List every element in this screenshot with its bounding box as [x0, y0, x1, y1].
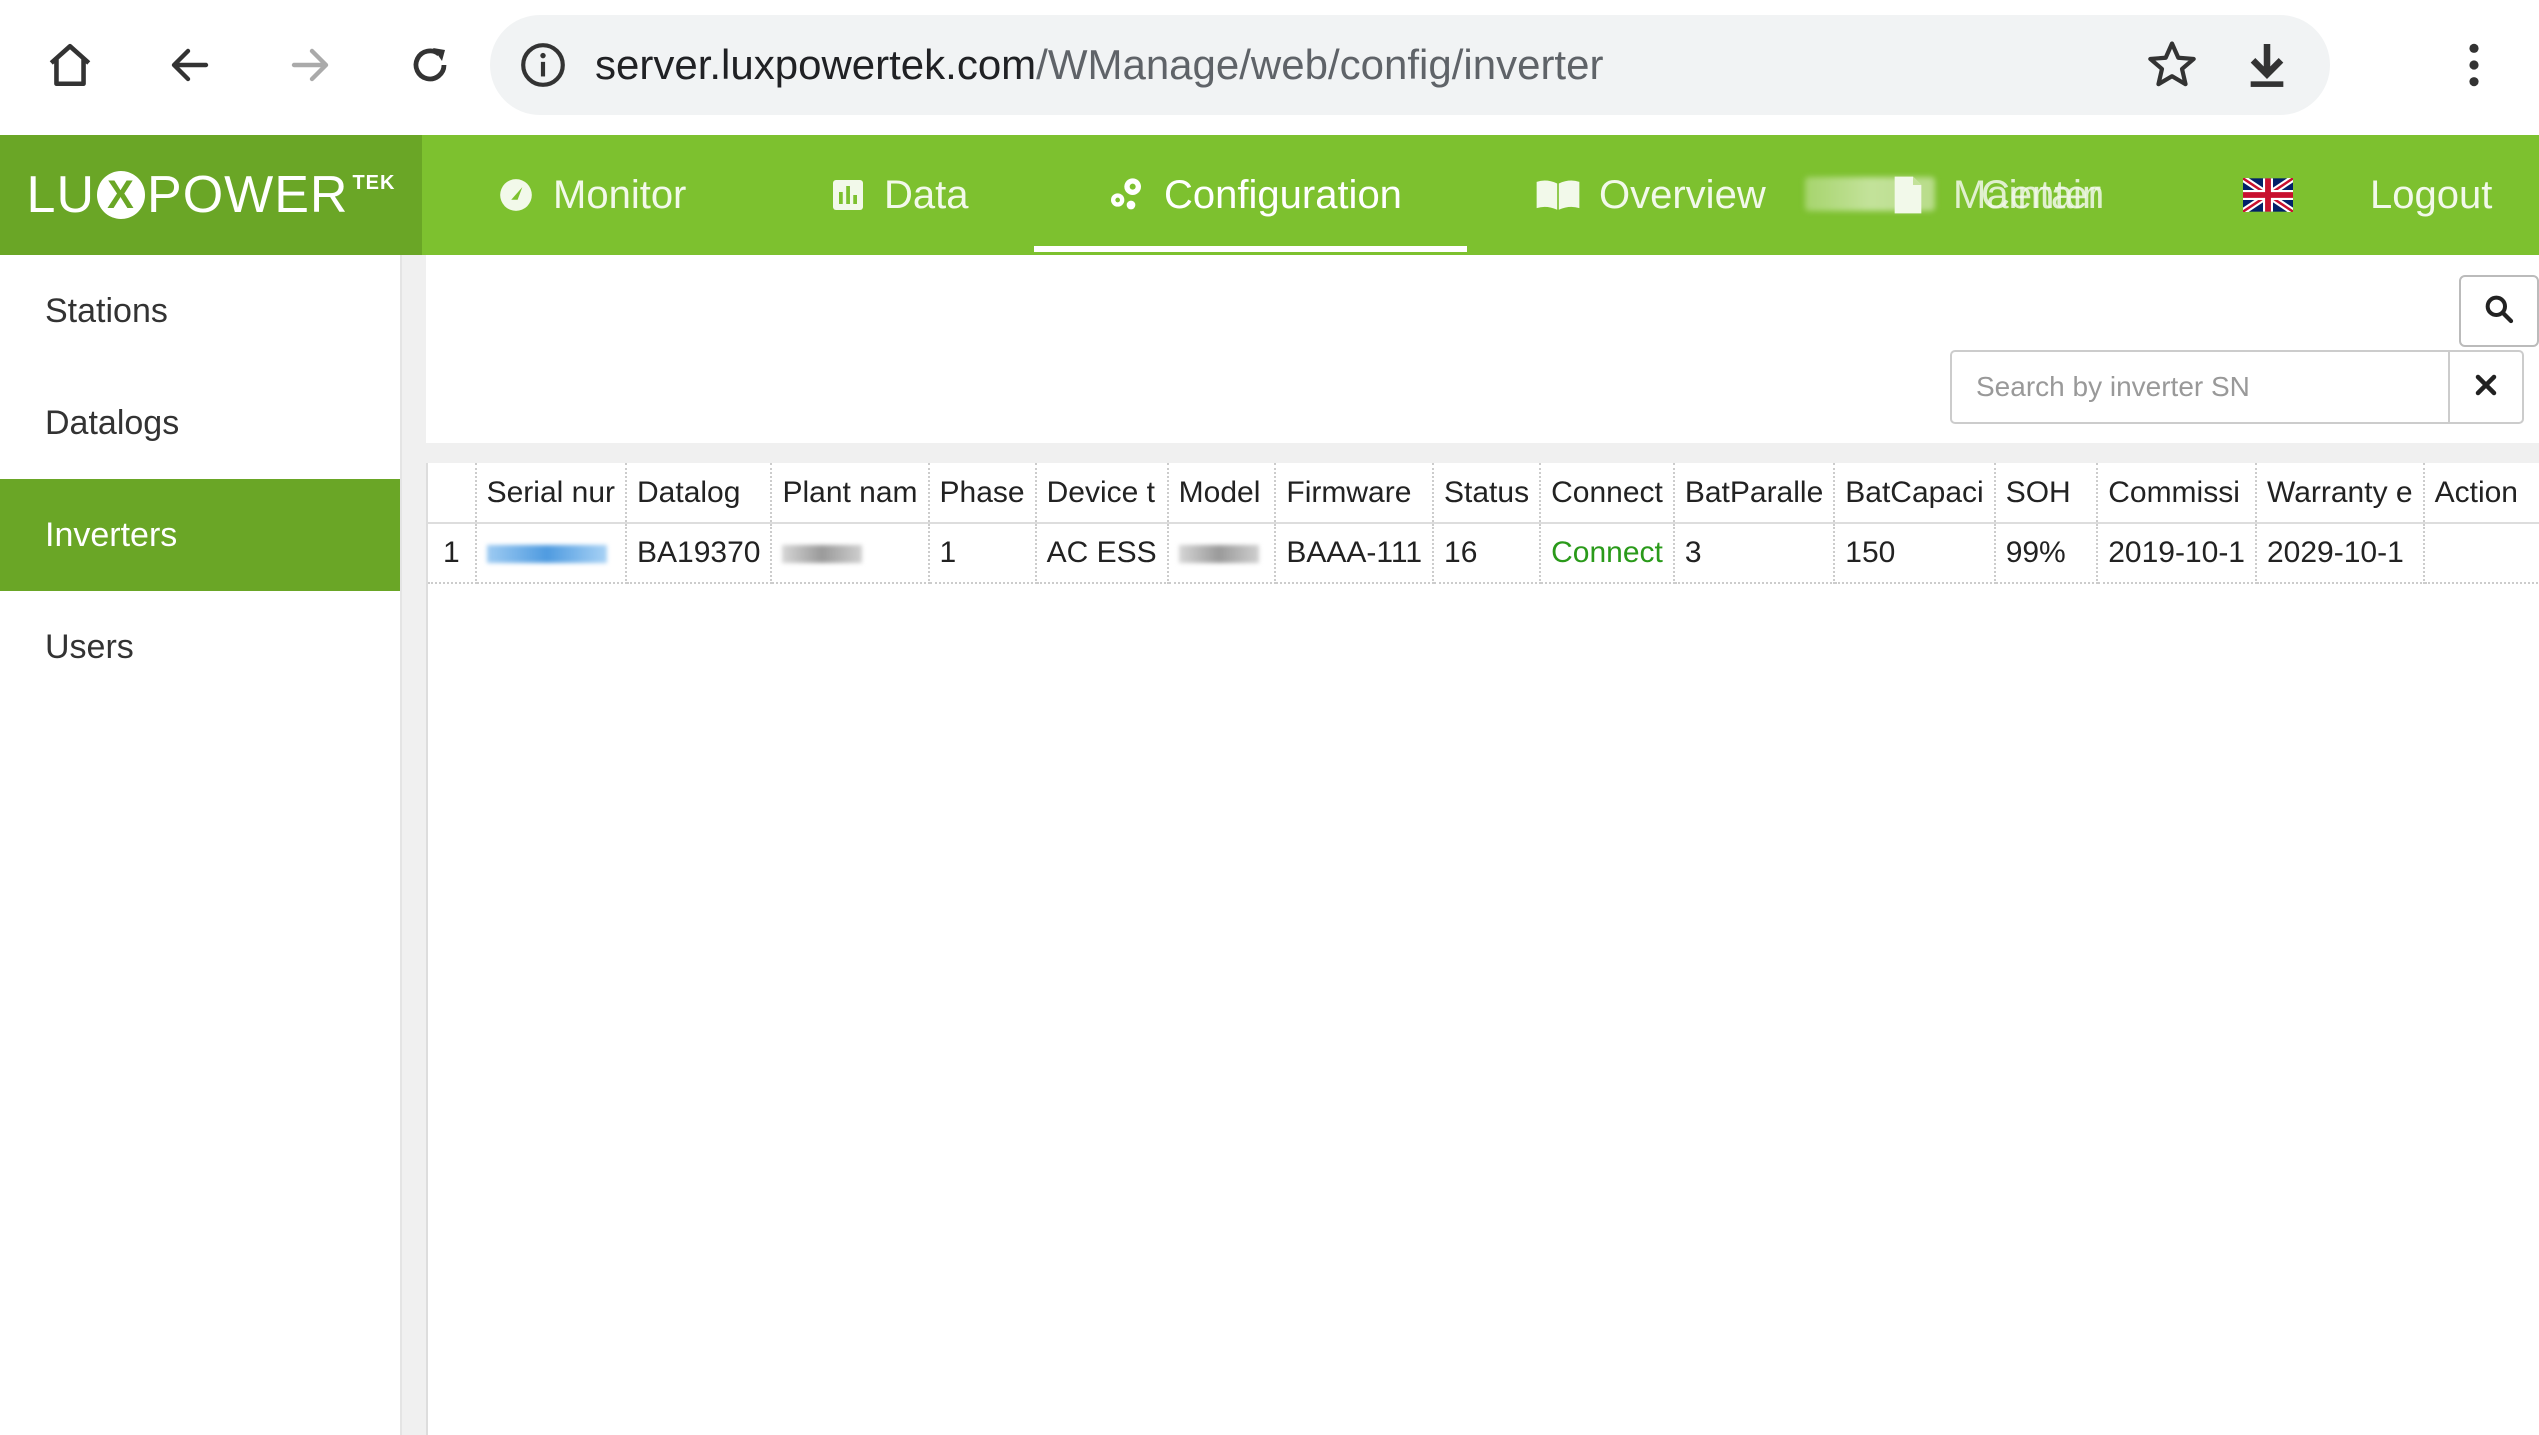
cell-device-type: AC ESS [1035, 523, 1169, 584]
menu-data[interactable]: Data [830, 135, 969, 255]
column-header-model[interactable]: Model [1167, 463, 1277, 524]
active-menu-indicator [1034, 246, 1467, 252]
menu-overview-label: Overview [1599, 172, 1766, 217]
browser-toolbar: server.luxpowertek.com/WManage/web/confi… [0, 0, 2539, 135]
sidebar-item-stations[interactable]: Stations [0, 255, 400, 367]
cell-datalog: BA19370 [626, 523, 773, 584]
search-toolbar [426, 255, 2539, 443]
uk-flag-icon[interactable] [2241, 175, 2295, 215]
site-info-icon[interactable] [518, 40, 568, 90]
cell-serial[interactable] [475, 523, 628, 584]
cell-firmware: BAAA-111 [1275, 523, 1435, 584]
column-header-bat-capacity[interactable]: BatCapaci [1834, 463, 1996, 524]
blurred-model [1178, 545, 1259, 564]
menu-monitor[interactable]: Monitor [497, 135, 686, 255]
cell-soh: 99% [1994, 523, 2099, 584]
sidebar-item-label: Datalogs [45, 404, 180, 442]
back-arrow-icon[interactable] [145, 25, 235, 105]
table-header-row: Serial nur Datalog Plant nam Phase Devic… [428, 463, 2539, 524]
column-header-connect[interactable]: Connect [1540, 463, 1675, 524]
sidebar-item-label: Inverters [45, 516, 178, 554]
blurred-plant-name [782, 545, 863, 564]
search-button[interactable] [2459, 275, 2539, 347]
column-header-firmware[interactable]: Firmware [1275, 463, 1435, 524]
download-icon[interactable] [2239, 37, 2295, 93]
search-icon [2483, 293, 2515, 330]
cell-status: 16 [1433, 523, 1542, 584]
close-icon [2474, 373, 2498, 402]
dashboard-gauge-icon [497, 176, 535, 214]
luxpower-logo: LU X POWER TEK [27, 165, 396, 225]
url-path: /WManage/web/config/inverter [1036, 41, 1604, 88]
bar-chart-icon [830, 177, 866, 213]
address-bar[interactable]: server.luxpowertek.com/WManage/web/confi… [490, 15, 2330, 115]
menu-monitor-label: Monitor [553, 172, 687, 217]
open-book-icon [1535, 177, 1581, 213]
blurred-serial [486, 545, 607, 564]
menu-overview[interactable]: Overview [1535, 135, 1766, 255]
row-index: 1 [428, 523, 477, 584]
main-content: Serial nur Datalog Plant nam Phase Devic… [402, 255, 2539, 1435]
sidebar-item-datalogs[interactable]: Datalogs [0, 367, 400, 479]
cell-plant [771, 523, 930, 584]
bookmark-star-icon[interactable] [2144, 37, 2200, 93]
overlapping-menu-labels: Maintain Center [1953, 173, 2104, 218]
column-header-commission[interactable]: Commissi [2097, 463, 2257, 524]
document-icon [1893, 175, 1923, 215]
url-host: server.luxpowertek.com [595, 41, 1037, 88]
menu-data-label: Data [884, 172, 969, 217]
search-input[interactable] [1950, 350, 2450, 424]
inverter-grid: Serial nur Datalog Plant nam Phase Devic… [428, 463, 2539, 584]
clear-search-button[interactable] [2448, 350, 2524, 424]
sidebar-item-label: Stations [45, 292, 168, 330]
column-header-serial[interactable]: Serial nur [475, 463, 628, 524]
menu-logout-label: Logout [2370, 172, 2493, 217]
column-header-action[interactable]: Action [2423, 463, 2539, 524]
sidebar: Stations Datalogs Inverters Users [0, 255, 402, 1435]
column-header-datalog[interactable]: Datalog [626, 463, 773, 524]
url-text[interactable]: server.luxpowertek.com/WManage/web/confi… [595, 15, 1603, 115]
table-row[interactable]: 1 BA19370 1 AC ESS BAAA-111 16 Connect 3… [428, 523, 2539, 584]
home-icon[interactable] [25, 25, 115, 105]
menu-configuration-label: Configuration [1164, 172, 1402, 217]
menu-configuration[interactable]: Configuration [1106, 135, 1402, 255]
cell-warranty: 2029-10-1 [2256, 523, 2425, 584]
cell-bat-parallel: 3 [1673, 523, 1836, 584]
reload-icon[interactable] [385, 25, 475, 105]
logo-text-right: POWER [147, 166, 349, 224]
forward-arrow-icon[interactable] [265, 25, 355, 105]
menu-maintain[interactable] [1893, 135, 1941, 255]
browser-menu-icon[interactable] [2429, 25, 2519, 105]
app-header: LU X POWER TEK Monitor Data Configuration O… [0, 135, 2539, 255]
logo-text-left: LU [26, 166, 96, 224]
menu-center-label: Center [1981, 172, 2102, 217]
column-header-warranty[interactable]: Warranty e [2256, 463, 2425, 524]
cell-action[interactable] [2423, 523, 2539, 584]
logo[interactable]: LU X POWER TEK [0, 135, 422, 255]
cell-commission: 2019-10-1 [2097, 523, 2257, 584]
column-header-plant[interactable]: Plant nam [771, 463, 930, 524]
sidebar-item-label: Users [45, 628, 134, 666]
column-header-bat-parallel[interactable]: BatParalle [1673, 463, 1836, 524]
sidebar-item-users[interactable]: Users [0, 591, 400, 703]
column-header [428, 463, 477, 524]
column-header-phase[interactable]: Phase [928, 463, 1037, 524]
logo-sup: TEK [352, 171, 396, 194]
cell-phase: 1 [928, 523, 1037, 584]
column-header-status[interactable]: Status [1433, 463, 1542, 524]
cell-model [1167, 523, 1277, 584]
inverter-table: Serial nur Datalog Plant nam Phase Devic… [426, 463, 2539, 1435]
menu-logout[interactable]: Logout [2370, 135, 2492, 255]
logo-x: X [97, 171, 146, 219]
sidebar-item-inverters[interactable]: Inverters [0, 479, 400, 591]
cogs-icon [1106, 175, 1146, 215]
column-header-device-type[interactable]: Device t [1035, 463, 1169, 524]
column-header-soh[interactable]: SOH [1994, 463, 2099, 524]
cell-bat-capacity: 150 [1834, 523, 1996, 584]
cell-connect: Connect [1540, 523, 1675, 584]
menu-maintain-center[interactable]: Maintain Center [1953, 135, 2104, 255]
